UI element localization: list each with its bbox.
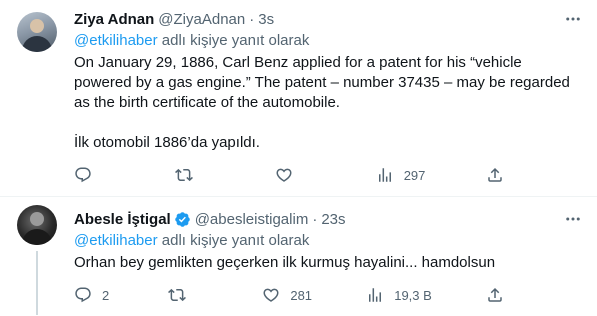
more-button[interactable] (563, 9, 583, 29)
replying-to: @etkilihaber adlı kişiye yanıt olarak (74, 31, 583, 51)
views-button[interactable]: 297 (376, 166, 426, 184)
reply-button[interactable]: 2 (74, 286, 114, 304)
retweet-button[interactable] (168, 286, 208, 304)
reply-icon (75, 287, 91, 303)
tweet-paragraph: On January 29, 1886, Carl Benz applied f… (74, 54, 570, 111)
tweet-paragraph: İlk otomobil 1886’da yapıldı. (74, 134, 260, 151)
like-button[interactable] (275, 166, 315, 184)
avatar[interactable] (17, 205, 57, 245)
more-icon (566, 217, 580, 221)
replying-to-handle[interactable]: @etkilihaber (74, 232, 158, 249)
separator-dot: · (249, 10, 255, 28)
avatar-body (22, 229, 52, 245)
like-icon (276, 168, 292, 182)
action-bar: 297 (74, 165, 504, 185)
share-icon (488, 287, 502, 302)
retweet-icon (174, 168, 193, 182)
views-icon (369, 288, 382, 302)
avatar-head (30, 212, 44, 226)
tweet-header: Abesle İştigal @abesleistigalim · 23s (74, 209, 583, 229)
tweet-text: On January 29, 1886, Carl Benz applied f… (74, 53, 583, 153)
views-count: 297 (403, 167, 426, 183)
reply-button[interactable] (74, 166, 114, 184)
author-handle[interactable]: @abesleistigalim (195, 211, 309, 228)
replying-to-suffix: adlı kişiye yanıt olarak (157, 32, 310, 49)
separator-dot: · (312, 210, 318, 228)
tweet-time[interactable]: 3s (258, 11, 274, 28)
tweet-time[interactable]: 23s (321, 211, 345, 228)
like-button[interactable]: 281 (262, 286, 312, 304)
avatar-head (30, 19, 44, 33)
share-button[interactable] (486, 286, 504, 304)
verified-badge-icon (174, 211, 190, 227)
tweet-content: Abesle İştigal @abesleistigalim · 23s @e… (74, 209, 583, 273)
author-name[interactable]: Abesle İştigal (74, 211, 171, 228)
share-button[interactable] (486, 166, 504, 184)
avatar[interactable] (17, 12, 57, 52)
views-count: 19,3 B (394, 287, 432, 303)
thread-line (36, 251, 38, 315)
like-count: 281 (290, 287, 313, 303)
verified-badge (174, 211, 191, 228)
tweet-header: Ziya Adnan @ZiyaAdnan · 3s (74, 9, 583, 29)
replying-to-suffix: adlı kişiye yanıt olarak (157, 232, 310, 249)
reply-count: 2 (102, 287, 110, 303)
avatar-body (22, 36, 52, 52)
retweet-icon (168, 288, 187, 302)
action-bar: 2 281 19,3 B (74, 285, 504, 305)
author-name[interactable]: Ziya Adnan (74, 11, 154, 28)
retweet-button[interactable] (174, 166, 215, 184)
reply-icon (75, 167, 91, 183)
tweet-text: Orhan bey gemlikten geçerken ilk kurmuş … (74, 253, 583, 273)
more-icon (566, 17, 580, 21)
share-icon (488, 167, 502, 182)
more-button[interactable] (563, 209, 583, 229)
replying-to: @etkilihaber adlı kişiye yanıt olarak (74, 231, 583, 251)
author-handle[interactable]: @ZiyaAdnan (158, 11, 245, 28)
tweet-1[interactable]: Ziya Adnan @ZiyaAdnan · 3s @etkilihaber … (0, 0, 597, 197)
views-icon (378, 168, 391, 182)
views-button[interactable]: 19,3 B (366, 286, 432, 304)
tweet-content: Ziya Adnan @ZiyaAdnan · 3s @etkilihaber … (74, 9, 583, 153)
like-icon (263, 288, 279, 302)
tweet-paragraph: Orhan bey gemlikten geçerken ilk kurmuş … (74, 254, 496, 271)
replying-to-handle[interactable]: @etkilihaber (74, 32, 158, 49)
